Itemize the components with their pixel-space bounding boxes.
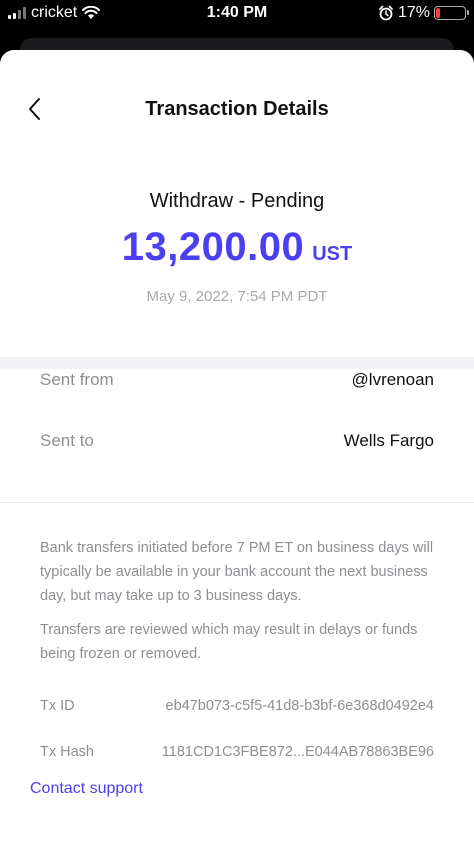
transfer-notes: Bank transfers initiated before 7 PM ET … [40,536,434,676]
amount-line: 13,200.00 UST [0,225,474,270]
transaction-details-sheet: Transaction Details Withdraw - Pending 1… [0,50,474,844]
tx-id-value: eb47b073-c5f5-41d8-b3bf-6e368d0492e4 [165,698,434,714]
alarm-clock-icon [379,5,393,21]
tx-hash-label: Tx Hash [40,744,94,760]
transaction-type-status: Withdraw - Pending [149,190,325,212]
sent-from-label: Sent from [40,370,114,389]
battery-icon [434,6,469,20]
header: Transaction Details [0,50,474,170]
tx-hash-value: 1181CD1C3FBE872...E044AB78863BE96 [161,744,434,760]
sent-from-value: @lvrenoan [351,370,434,389]
status-bar: cricket 1:40 PM 17% [0,0,474,34]
divider [0,502,474,503]
tx-id-row: Tx ID eb47b073-c5f5-41d8-b3bf-6e368d0492… [40,698,434,714]
page-title: Transaction Details [145,98,329,120]
sent-to-label: Sent to [40,431,94,450]
transaction-summary: Withdraw - Pending 13,200.00 UST May 9, … [0,190,474,305]
status-right: 17% [378,4,469,22]
review-note: Transfers are reviewed which may result … [40,622,418,662]
sent-to-value: Wells Fargo [343,431,434,450]
currency-code: UST [312,243,353,265]
section-divider-band [0,357,474,369]
tx-hash-row: Tx Hash 1181CD1C3FBE872...E044AB78863BE9… [40,744,434,760]
battery-level-fill [436,8,440,18]
tx-id-label: Tx ID [40,698,75,714]
battery-percent: 17% [397,4,430,21]
transaction-date: May 9, 2022, 7:54 PM PDT [146,288,328,305]
transaction-amount: 13,200.00 [121,225,305,269]
contact-support-link[interactable]: Contact support [30,780,143,798]
sent-from-row: Sent from @lvrenoan [40,370,434,390]
sent-to-row: Sent to Wells Fargo [40,431,434,451]
bank-transfer-note: Bank transfers initiated before 7 PM ET … [40,540,434,604]
